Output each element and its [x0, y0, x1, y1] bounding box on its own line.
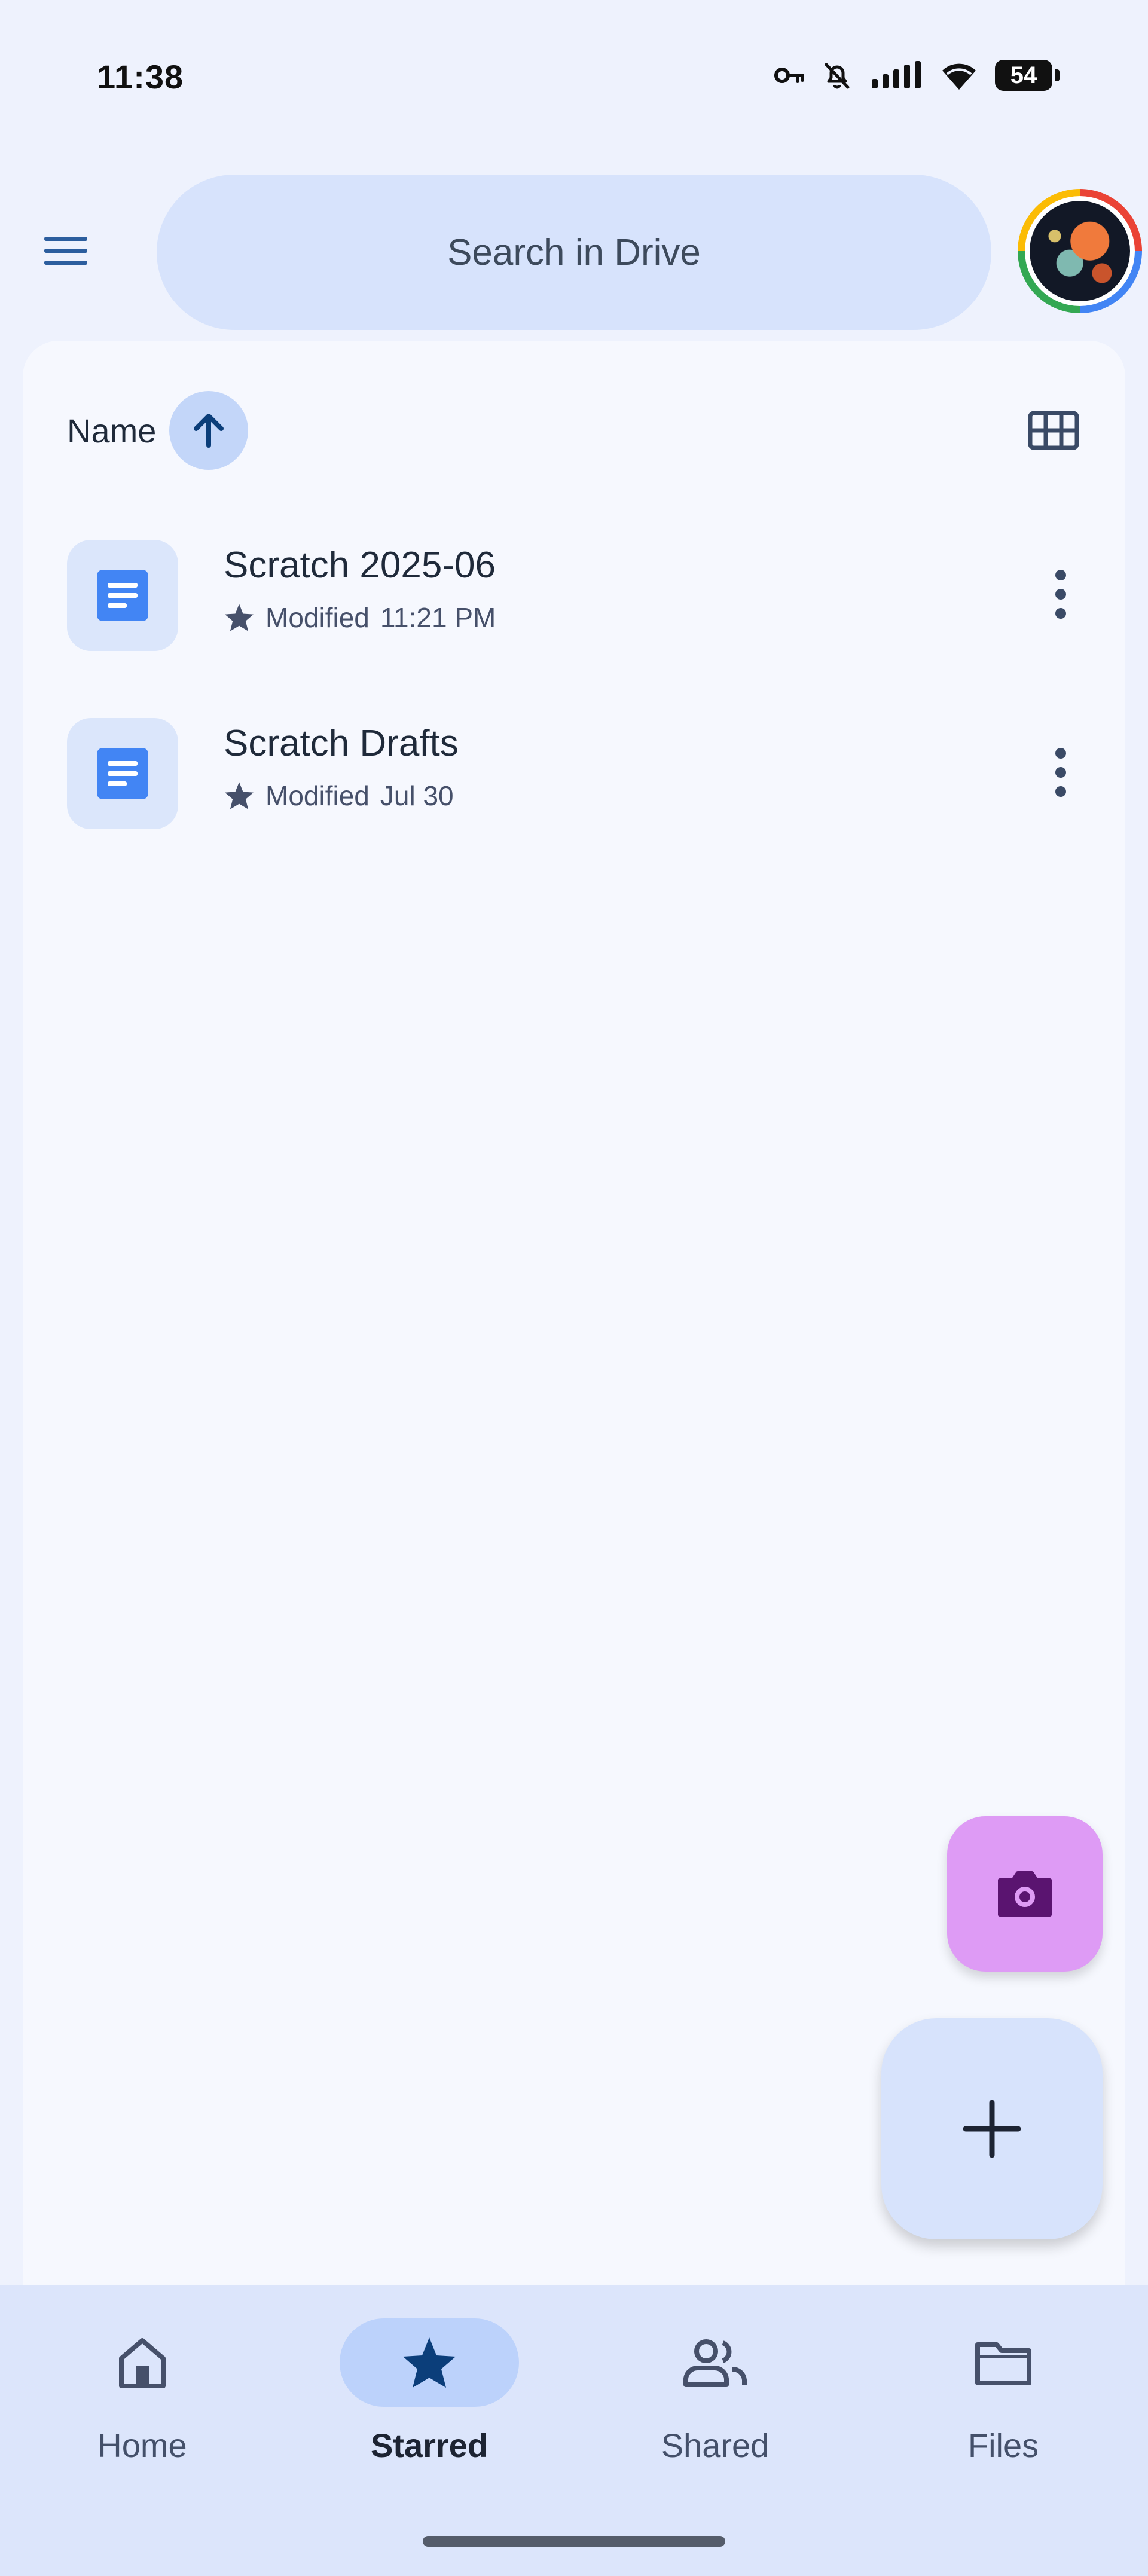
nav-item-starred[interactable]: Starred [340, 2318, 519, 2498]
battery-level: 54 [1010, 62, 1037, 88]
sort-control: Name [67, 391, 249, 470]
nav-item-files[interactable]: Files [914, 2318, 1093, 2498]
google-docs-icon [97, 570, 148, 621]
home-icon [119, 2338, 166, 2388]
status-time: 11:38 [97, 58, 184, 96]
avatar [1030, 201, 1130, 301]
hamburger-menu-icon [44, 237, 87, 265]
new-item-button[interactable] [881, 2018, 1103, 2239]
status-bar: 11:38 54 [0, 0, 1148, 161]
nav-label-shared: Shared [661, 2427, 770, 2464]
more-options-button[interactable] [1031, 742, 1091, 802]
sort-label[interactable]: Name [67, 411, 156, 450]
nav-icon-container [914, 2318, 1093, 2407]
status-icons: 54 [774, 60, 1060, 91]
plus-icon [963, 2100, 1021, 2158]
more-vert-icon [1055, 570, 1066, 619]
file-thumbnail [67, 540, 178, 651]
more-vert-icon [1055, 748, 1066, 797]
top-app-bar: Search in Drive [0, 167, 1148, 335]
nav-item-shared[interactable]: Shared [625, 2318, 805, 2498]
nav-label-files: Files [967, 2427, 1039, 2464]
modified-label: Modified [265, 780, 370, 811]
modified-label: Modified [265, 602, 370, 633]
google-docs-icon [97, 748, 148, 799]
sort-direction-button[interactable] [169, 391, 249, 470]
account-avatar-button[interactable] [1018, 189, 1142, 313]
star-icon [403, 2337, 456, 2388]
nav-icon-container [625, 2318, 805, 2407]
file-meta: Modified 11:21 PM [224, 601, 496, 634]
star-icon [225, 782, 254, 809]
modified-value: 11:21 PM [380, 602, 496, 633]
hamburger-menu-button[interactable] [36, 221, 96, 281]
more-options-button[interactable] [1031, 564, 1091, 624]
grid-view-toggle[interactable] [1024, 401, 1083, 460]
star-icon [225, 604, 254, 631]
search-input[interactable]: Search in Drive [157, 175, 991, 330]
vpn-key-icon [774, 63, 805, 87]
file-title: Scratch Drafts [224, 723, 459, 764]
file-row[interactable]: Scratch 2025-06 Modified 11:21 PM [23, 520, 1125, 670]
file-list-panel: Name Scratch 2025-06 Modified 11:21 PM S… [23, 341, 1125, 2286]
nav-icon-container [340, 2318, 519, 2407]
arrow-up-icon [194, 414, 224, 448]
nav-icon-container [53, 2318, 232, 2407]
signal-icon [869, 60, 923, 91]
mute-icon [822, 60, 853, 91]
folder-icon [975, 2342, 1031, 2385]
nav-label-home: Home [97, 2427, 187, 2464]
people-icon [683, 2339, 747, 2387]
wifi-icon [940, 60, 978, 91]
nav-item-home[interactable]: Home [53, 2318, 232, 2498]
search-placeholder: Search in Drive [447, 231, 701, 273]
camera-icon [998, 1871, 1052, 1917]
scan-camera-button[interactable] [947, 1816, 1103, 1972]
battery-icon: 54 [995, 60, 1060, 91]
gesture-home-indicator[interactable] [423, 2536, 725, 2547]
avatar-ring [1025, 196, 1135, 306]
file-title: Scratch 2025-06 [224, 545, 496, 586]
nav-label-starred: Starred [370, 2427, 488, 2464]
modified-value: Jul 30 [380, 780, 454, 811]
file-meta: Modified Jul 30 [224, 780, 454, 812]
file-row[interactable]: Scratch Drafts Modified Jul 30 [23, 698, 1125, 848]
file-thumbnail [67, 718, 178, 829]
grid-view-icon [1028, 411, 1079, 450]
bottom-navigation: Home Starred Shared Files [0, 2285, 1148, 2576]
